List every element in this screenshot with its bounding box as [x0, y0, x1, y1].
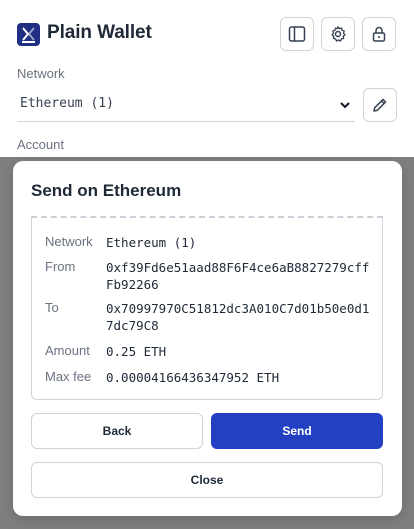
back-button[interactable]: Back	[31, 413, 203, 449]
wallet-logo-icon	[17, 23, 40, 46]
detail-label: Network	[45, 234, 93, 249]
pencil-icon	[373, 98, 387, 112]
edit-network-button[interactable]	[363, 88, 397, 122]
network-select-value: Ethereum (1)	[20, 96, 114, 111]
lock-icon	[372, 26, 386, 42]
chevron-down-icon	[340, 102, 350, 109]
app-header: Plain Wallet	[16, 17, 398, 51]
detail-value: 0.25 ETH	[106, 344, 167, 359]
detail-label: To	[45, 300, 59, 315]
detail-label: From	[45, 259, 76, 274]
network-label: Network	[17, 66, 65, 81]
detail-value: 0.00004166436347952 ETH	[106, 370, 280, 385]
lock-button[interactable]	[362, 17, 396, 51]
detail-value: 0x70997970C51812dc3A010C7d01b50e0d17dc79…	[106, 301, 370, 333]
sidebar-panel-icon	[288, 26, 306, 42]
app-title: Plain Wallet	[47, 22, 152, 43]
sidebar-toggle-button[interactable]	[280, 17, 314, 51]
close-button[interactable]: Close	[31, 462, 383, 498]
detail-value: 0xf39Fd6e51aad88F6F4ce6aB8827279cffFb922…	[106, 260, 370, 292]
account-label: Account	[17, 137, 64, 152]
transaction-details: Network Ethereum (1) From 0xf39Fd6e51aad…	[31, 216, 383, 400]
detail-label: Amount	[45, 343, 90, 358]
gear-icon	[331, 26, 346, 42]
dialog-title: Send on Ethereum	[31, 181, 182, 200]
detail-value: Ethereum (1)	[106, 235, 197, 250]
settings-button[interactable]	[321, 17, 355, 51]
send-confirmation-dialog: Send on Ethereum Network Ethereum (1) Fr…	[13, 161, 402, 516]
network-select[interactable]: Ethereum (1)	[17, 88, 355, 122]
detail-label: Max fee	[45, 369, 92, 384]
send-button[interactable]: Send	[211, 413, 383, 449]
